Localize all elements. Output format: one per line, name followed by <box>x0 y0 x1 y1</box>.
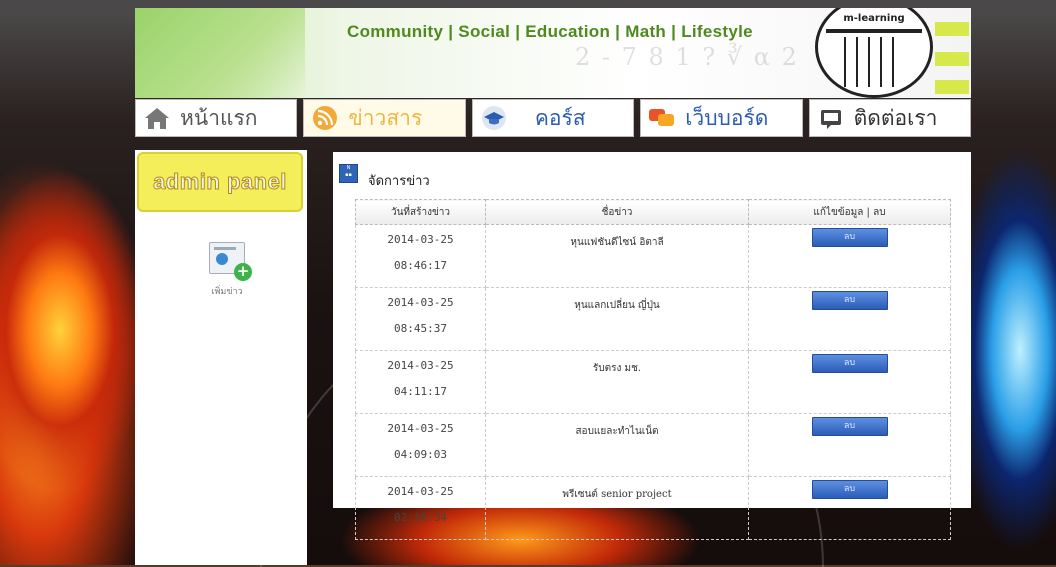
column-header-date: วันที่สร้างข่าว <box>355 199 486 225</box>
site-header-banner: 2 - 7 8 1 ? ∛ α 2 Community | Social | E… <box>135 8 971 98</box>
created-date: 2014-03-25 <box>387 296 454 309</box>
nav-course-label: คอร์ส <box>534 105 586 130</box>
actions-cell: ลบ <box>748 224 951 288</box>
plus-icon: + <box>234 263 252 281</box>
news-title[interactable]: พรีเซนต์ senior project <box>485 476 749 540</box>
nav-webboard[interactable]: เว็บบอร์ด <box>640 99 803 137</box>
table-row: 2014-03-25 04:09:03 สอบแยละทำไนเน็ต ลบ <box>355 413 951 477</box>
news-title[interactable]: หุนแลกเปลี่ยน ญี่ปุ่น <box>485 287 749 351</box>
site-tagline: Community | Social | Education | Math | … <box>347 22 753 41</box>
news-title[interactable]: หุนแฟชันดีไซน์ อิตาลี <box>485 224 749 288</box>
news-table: วันที่สร้างข่าว ชื่อข่าว แก้ไขข้อมูล | ล… <box>355 199 951 540</box>
admin-panel-header: admin panel <box>137 152 303 212</box>
add-news-button[interactable]: + เพิ่มข่าว <box>197 242 257 298</box>
created-date: 2014-03-25 <box>387 233 454 246</box>
manage-news-panel: N ▪▪ จัดการข่าว วันที่สร้างข่าว ชื่อข่าว … <box>333 152 971 540</box>
created-date: 2014-03-25 <box>387 422 454 435</box>
nav-news-label: ข่าวสาร <box>348 105 423 130</box>
created-date: 2014-03-25 <box>387 359 454 372</box>
actions-cell: ลบ <box>748 350 951 414</box>
column-header-title: ชื่อข่าว <box>485 199 749 225</box>
header-accent-bar <box>935 52 969 66</box>
nav-home[interactable]: หน้าแรก <box>135 99 298 137</box>
created-time: 08:45:37 <box>394 322 447 335</box>
created-time: 08:46:17 <box>394 259 447 272</box>
nav-course[interactable]: คอร์ส <box>471 99 635 137</box>
created-time: 04:09:03 <box>394 448 447 461</box>
logo-stripes <box>844 37 904 87</box>
nav-contact[interactable]: ติดต่อเรา <box>808 99 972 137</box>
actions-cell: ลบ <box>748 287 951 351</box>
table-row: 2014-03-25 04:11:17 รับตรง มช. ลบ <box>355 350 951 414</box>
created-date-cell: 2014-03-25 02:10:34 <box>355 476 486 540</box>
delete-button[interactable]: ลบ <box>811 291 888 310</box>
header-decoration <box>135 8 305 98</box>
rss-icon <box>310 105 340 131</box>
nav-contact-label: ติดต่อเรา <box>853 105 938 130</box>
panel-header: N ▪▪ จัดการข่าว <box>339 156 430 191</box>
delete-button[interactable]: ลบ <box>811 354 888 373</box>
header-math-decoration: 2 - 7 8 1 ? ∛ α 2 <box>575 43 799 71</box>
created-date-cell: 2014-03-25 08:46:17 <box>355 224 486 288</box>
created-date-cell: 2014-03-25 08:45:37 <box>355 287 486 351</box>
home-icon <box>142 105 172 131</box>
header-accent-bar <box>935 22 969 36</box>
nav-news[interactable]: ข่าวสาร <box>303 99 466 137</box>
logo-text: m-learning <box>843 13 905 24</box>
admin-sidebar: admin panel + เพิ่มข่าว <box>135 150 307 565</box>
created-date: 2014-03-25 <box>387 485 454 498</box>
column-header-actions: แก้ไขข้อมูล | ลบ <box>748 199 951 225</box>
news-title[interactable]: สอบแยละทำไนเน็ต <box>485 413 749 477</box>
main-nav: หน้าแรก ข่าวสาร คอร์ส เว็บบอร์ด ติดต่อเร… <box>135 99 972 139</box>
delete-button[interactable]: ลบ <box>811 228 888 247</box>
add-news-label: เพิ่มข่าว <box>211 287 243 297</box>
created-date-cell: 2014-03-25 04:09:03 <box>355 413 486 477</box>
table-row: 2014-03-25 08:45:37 หุนแลกเปลี่ยน ญี่ปุ่น… <box>355 287 951 351</box>
page-title: จัดการข่าว <box>368 174 430 189</box>
table-row: 2014-03-25 02:10:34 พรีเซนต์ senior proje… <box>355 476 951 540</box>
graduation-cap-icon <box>479 105 509 131</box>
nav-webboard-label: เว็บบอร์ด <box>685 105 769 130</box>
logo-bar <box>826 29 922 33</box>
chat-bubbles-icon <box>647 105 677 131</box>
actions-cell: ลบ <box>748 413 951 477</box>
table-row: 2014-03-25 08:46:17 หุนแฟชันดีไซน์ อิตาลี… <box>355 224 951 288</box>
site-logo[interactable]: m-learning <box>815 8 933 98</box>
message-icon <box>816 105 846 131</box>
news-document-icon: + <box>209 242 252 281</box>
admin-panel-title: admin panel <box>153 169 287 195</box>
news-title[interactable]: รับตรง มช. <box>485 350 749 414</box>
created-time: 02:10:34 <box>394 511 447 524</box>
nav-home-label: หน้าแรก <box>180 105 258 130</box>
delete-button[interactable]: ลบ <box>811 480 888 499</box>
delete-button[interactable]: ลบ <box>811 417 888 436</box>
news-icon: N ▪▪ <box>339 164 358 183</box>
actions-cell: ลบ <box>748 476 951 540</box>
created-time: 04:11:17 <box>394 385 447 398</box>
document-badge <box>216 253 228 265</box>
header-accent-bar <box>935 80 969 94</box>
created-date-cell: 2014-03-25 04:11:17 <box>355 350 486 414</box>
